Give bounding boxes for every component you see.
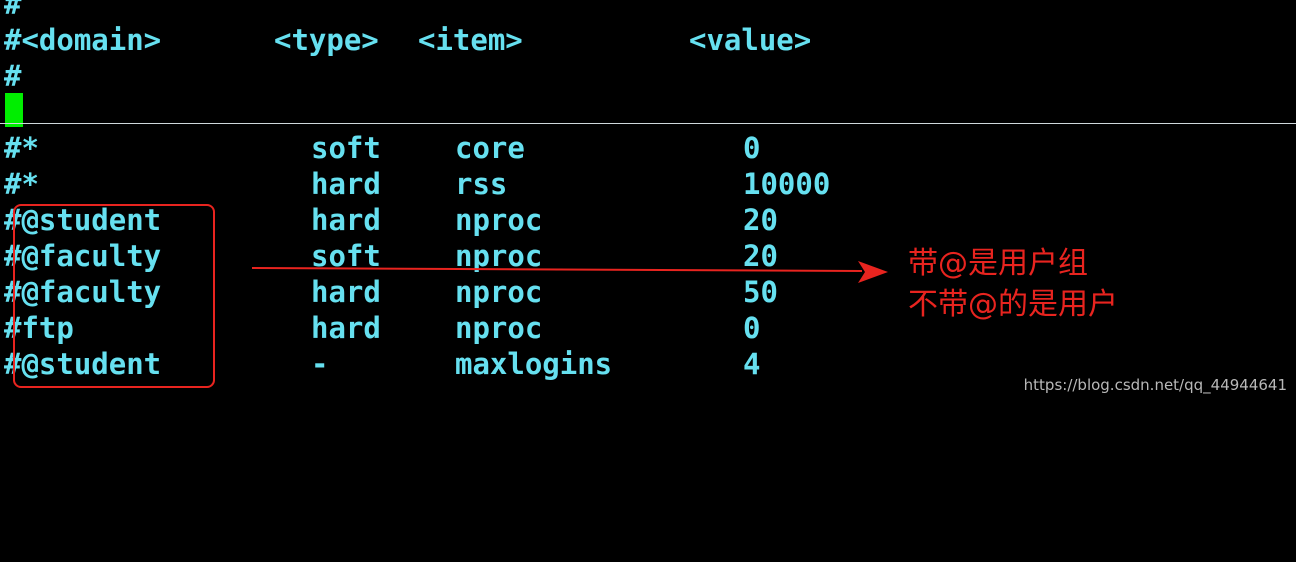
header-item: <item> <box>418 23 523 57</box>
row-item: rss <box>455 167 508 201</box>
row-item: maxlogins <box>455 347 613 381</box>
annotation-group-note: 带@是用户组 <box>908 246 1088 281</box>
row-item: core <box>455 131 525 165</box>
config-row: #* hard rss 10000 <box>4 166 1204 202</box>
cursor-line-divider <box>0 123 1296 124</box>
terminal-window[interactable]: # #<domain> <type> <item> <value> # #* s… <box>0 0 1296 402</box>
group-highlight-box <box>13 204 215 388</box>
row-type: hard <box>311 311 381 345</box>
row-value: 10000 <box>743 167 831 201</box>
row-value: 20 <box>743 203 778 237</box>
row-type: hard <box>311 167 381 201</box>
annotation-user-note: 不带@的是用户 <box>908 287 1118 322</box>
row-value: 4 <box>743 347 761 381</box>
row-item: nproc <box>455 311 543 345</box>
comment-hash: # <box>4 0 22 21</box>
watermark: https://blog.csdn.net/qq_44944641 <box>1023 376 1287 394</box>
comment-line: # <box>4 0 1204 22</box>
arrow-icon <box>252 261 888 283</box>
row-value: 0 <box>743 311 761 345</box>
row-domain: #* <box>4 167 39 201</box>
row-value: 0 <box>743 131 761 165</box>
row-item: nproc <box>455 203 543 237</box>
config-row: #* soft core 0 <box>4 130 1204 166</box>
text-cursor <box>5 93 23 127</box>
comment-hash: # <box>4 59 22 93</box>
header-domain: #<domain> <box>4 23 162 57</box>
header-line: #<domain> <type> <item> <value> <box>4 22 1204 58</box>
row-type: hard <box>311 203 381 237</box>
row-domain: #* <box>4 131 39 165</box>
header-value: <value> <box>689 23 812 57</box>
comment-line: # <box>4 58 1204 94</box>
row-type: - <box>311 347 329 381</box>
row-type: soft <box>311 131 381 165</box>
header-type: <type> <box>274 23 379 57</box>
